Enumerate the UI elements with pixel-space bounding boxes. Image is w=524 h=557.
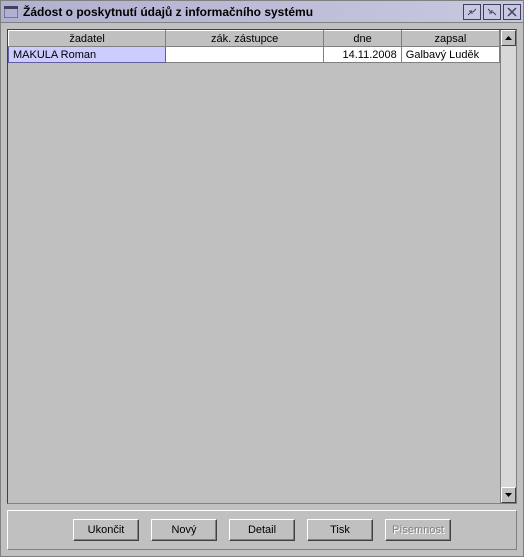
document-button: Písemnost: [385, 519, 451, 541]
detail-button[interactable]: Detail: [229, 519, 295, 541]
window-frame: Žádost o poskytnutí údajů z informačního…: [0, 0, 524, 557]
close-button[interactable]: [503, 4, 521, 20]
table-container: žadatel zák. zástupce dne zapsal MAKULA …: [7, 29, 517, 504]
new-button[interactable]: Nový: [151, 519, 217, 541]
collapse-button[interactable]: [463, 4, 481, 20]
content-area: žadatel zák. zástupce dne zapsal MAKULA …: [1, 23, 523, 556]
cell-date[interactable]: 14.11.2008: [324, 47, 402, 63]
col-header-date[interactable]: dne: [324, 31, 402, 47]
window-title: Žádost o poskytnutí údajů z informačního…: [23, 5, 463, 19]
cell-recorder[interactable]: Galbavý Luděk: [401, 47, 499, 63]
scroll-track[interactable]: [501, 46, 516, 487]
table-inner: žadatel zák. zástupce dne zapsal MAKULA …: [8, 30, 500, 503]
print-button[interactable]: Tisk: [307, 519, 373, 541]
table-header-row: žadatel zák. zástupce dne zapsal: [9, 31, 500, 47]
cell-applicant[interactable]: MAKULA Roman: [9, 47, 166, 63]
close-action-button[interactable]: Ukončit: [73, 519, 139, 541]
col-header-representative[interactable]: zák. zástupce: [166, 31, 324, 47]
maximize-button[interactable]: [483, 4, 501, 20]
titlebar[interactable]: Žádost o poskytnutí údajů z informačního…: [1, 1, 523, 23]
col-header-recorder[interactable]: zapsal: [401, 31, 499, 47]
col-header-applicant[interactable]: žadatel: [9, 31, 166, 47]
data-table: žadatel zák. zástupce dne zapsal MAKULA …: [8, 30, 500, 63]
button-bar: Ukončit Nový Detail Tisk Písemnost: [7, 510, 517, 550]
cell-representative[interactable]: [166, 47, 324, 63]
window-icon: [3, 4, 19, 20]
scroll-down-button[interactable]: [501, 487, 516, 503]
title-buttons: [463, 4, 521, 20]
vertical-scrollbar[interactable]: [500, 30, 516, 503]
table-row[interactable]: MAKULA Roman 14.11.2008 Galbavý Luděk: [9, 47, 500, 63]
scroll-up-button[interactable]: [501, 30, 516, 46]
